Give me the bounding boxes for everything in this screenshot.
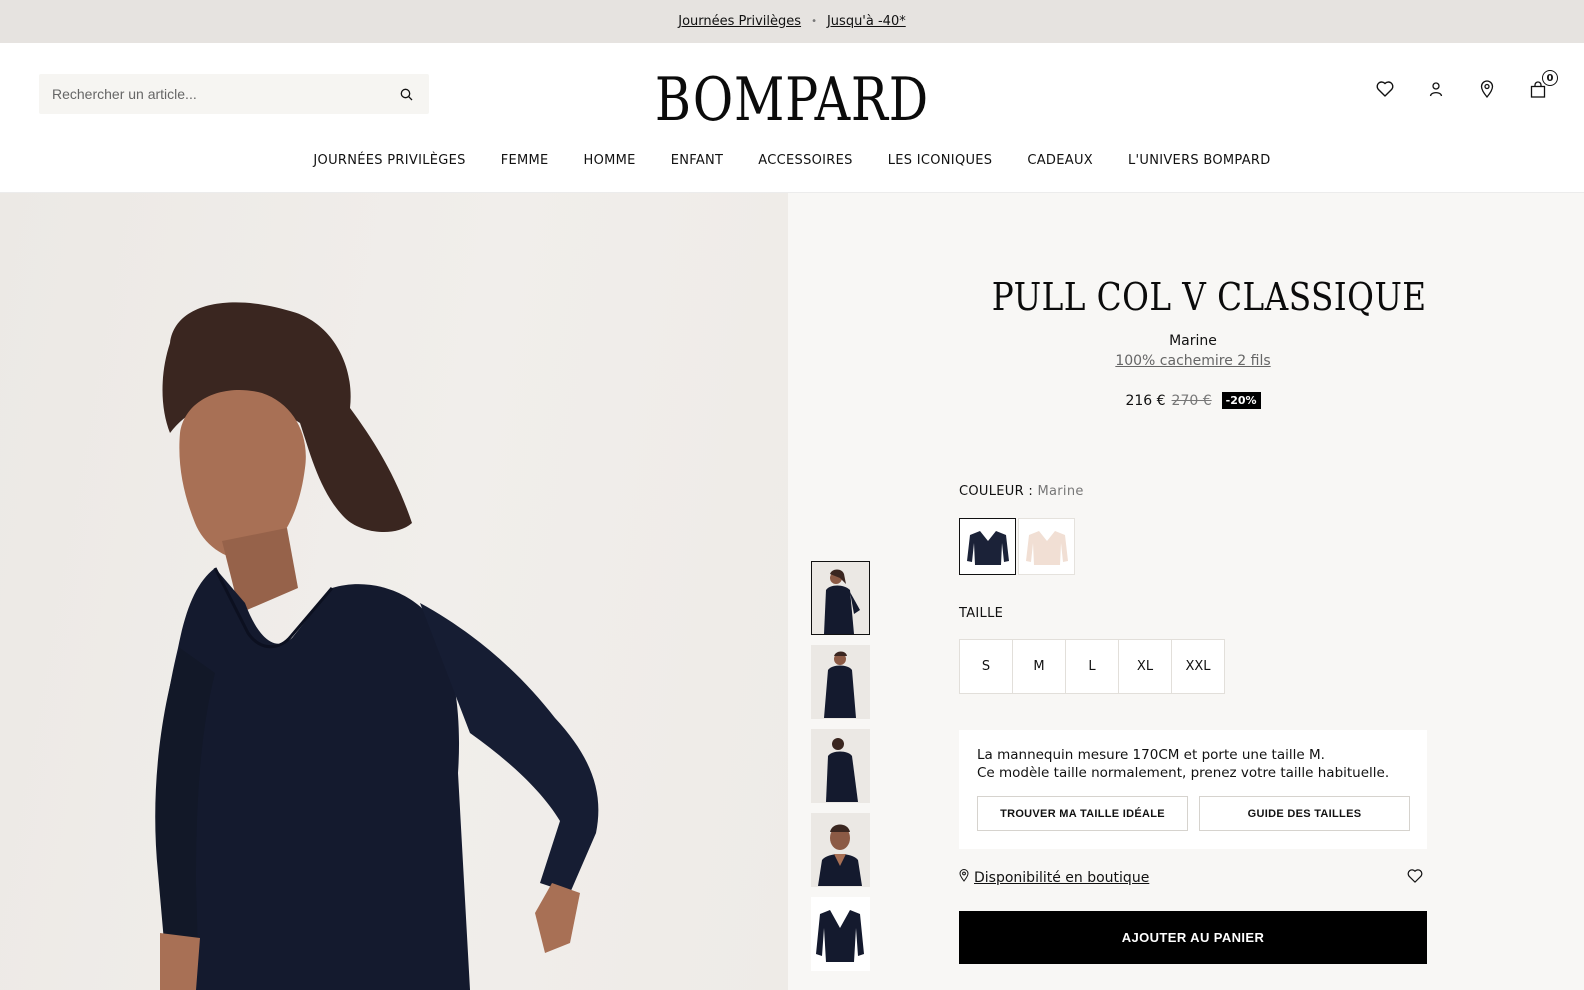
search-icon[interactable] [396,84,416,104]
fit-info-box: La mannequin mesure 170CM et porte une t… [959,730,1427,849]
promo-link-discount[interactable]: Jusqu'à -40* [827,14,906,29]
store-availability-link[interactable]: Disponibilité en boutique [974,870,1149,886]
main-nav: JOURNÉES PRIVILÈGES FEMME HOMME ENFANT A… [0,153,1584,168]
product-main-image[interactable] [0,193,788,990]
price-row: 216 € 270 € -20% [959,392,1427,409]
current-price: 216 € [1125,392,1166,409]
store-availability: Disponibilité en boutique [959,869,1149,886]
availability-row: Disponibilité en boutique [959,868,1427,887]
color-label-value: Marine [1037,484,1084,499]
size-option-xxl[interactable]: XXL [1171,639,1225,694]
thumbnail-strip [811,561,870,971]
swatch-rose-sweater-icon [1025,530,1068,565]
nav-item-les-iconiques[interactable]: LES ICONIQUES [888,153,993,168]
old-price: 270 € [1171,392,1212,409]
location-pin-icon [959,869,969,886]
bag-icon[interactable]: 0 [1528,70,1558,99]
color-swatches [959,518,1075,575]
search-bar [39,74,429,114]
size-option-xl[interactable]: XL [1118,639,1172,694]
swatch-marine-sweater-icon [966,530,1009,565]
promo-separator: • [811,16,817,27]
size-option-l[interactable]: L [1065,639,1119,694]
size-guide-button[interactable]: GUIDE DES TAILLES [1199,796,1410,831]
fit-buttons: TROUVER MA TAILLE IDÉALE GUIDE DES TAILL… [977,796,1410,831]
thumbnail-2[interactable] [811,645,870,719]
color-label: COULEUR : Marine [959,484,1084,499]
size-selector: S M L XL XXL [959,639,1225,694]
size-label: TAILLE [959,606,1004,621]
wishlist-heart-icon[interactable] [1407,868,1423,887]
nav-item-univers-bompard[interactable]: L'UNIVERS BOMPARD [1128,153,1271,168]
thumbnail-4[interactable] [811,813,870,887]
nav-item-homme[interactable]: HOMME [584,153,636,168]
thumbnail-3[interactable] [811,729,870,803]
cart-count-badge: 0 [1542,70,1558,86]
discount-badge: -20% [1221,392,1261,409]
header-icons: 0 [1375,70,1558,99]
promo-bar: Journées Privilèges • Jusqu'à -40* [0,0,1584,43]
thumbnail-5[interactable] [811,897,870,971]
user-icon[interactable] [1426,79,1446,99]
nav-item-cadeaux[interactable]: CADEAUX [1027,153,1093,168]
composition-link[interactable]: 100% cachemire 2 fils [1115,353,1270,369]
nav-item-enfant[interactable]: ENFANT [671,153,724,168]
model-illustration [155,302,599,990]
nav-item-femme[interactable]: FEMME [501,153,549,168]
search-input[interactable] [52,86,396,102]
promo-link-journees[interactable]: Journées Privilèges [678,14,801,29]
fit-info-line-1: La mannequin mesure 170CM et porte une t… [977,747,1325,763]
site-header: BOMPARD 0 JOURNÉES PRIVILÈGES FEMME HOMM… [0,43,1584,193]
product-color-name: Marine [1169,333,1217,349]
product-title: PULL COL V CLASSIQUE [991,275,1427,319]
thumbnail-1[interactable] [811,561,870,635]
heart-icon[interactable] [1375,79,1395,99]
brand-logo[interactable]: BOMPARD [635,65,950,135]
size-option-s[interactable]: S [959,639,1013,694]
swatch-marine[interactable] [959,518,1016,575]
swatch-rose[interactable] [1018,518,1075,575]
product-composition: 100% cachemire 2 fils [959,353,1427,369]
add-to-cart-button[interactable]: AJOUTER AU PANIER [959,911,1427,964]
fit-info-line-2: Ce modèle taille normalement, prenez vot… [977,765,1390,781]
size-option-m[interactable]: M [1012,639,1066,694]
nav-item-accessoires[interactable]: ACCESSOIRES [758,153,852,168]
color-label-text: COULEUR : [959,484,1034,499]
location-icon[interactable] [1477,79,1497,99]
find-size-button[interactable]: TROUVER MA TAILLE IDÉALE [977,796,1188,831]
nav-item-journees-privileges[interactable]: JOURNÉES PRIVILÈGES [313,153,465,168]
